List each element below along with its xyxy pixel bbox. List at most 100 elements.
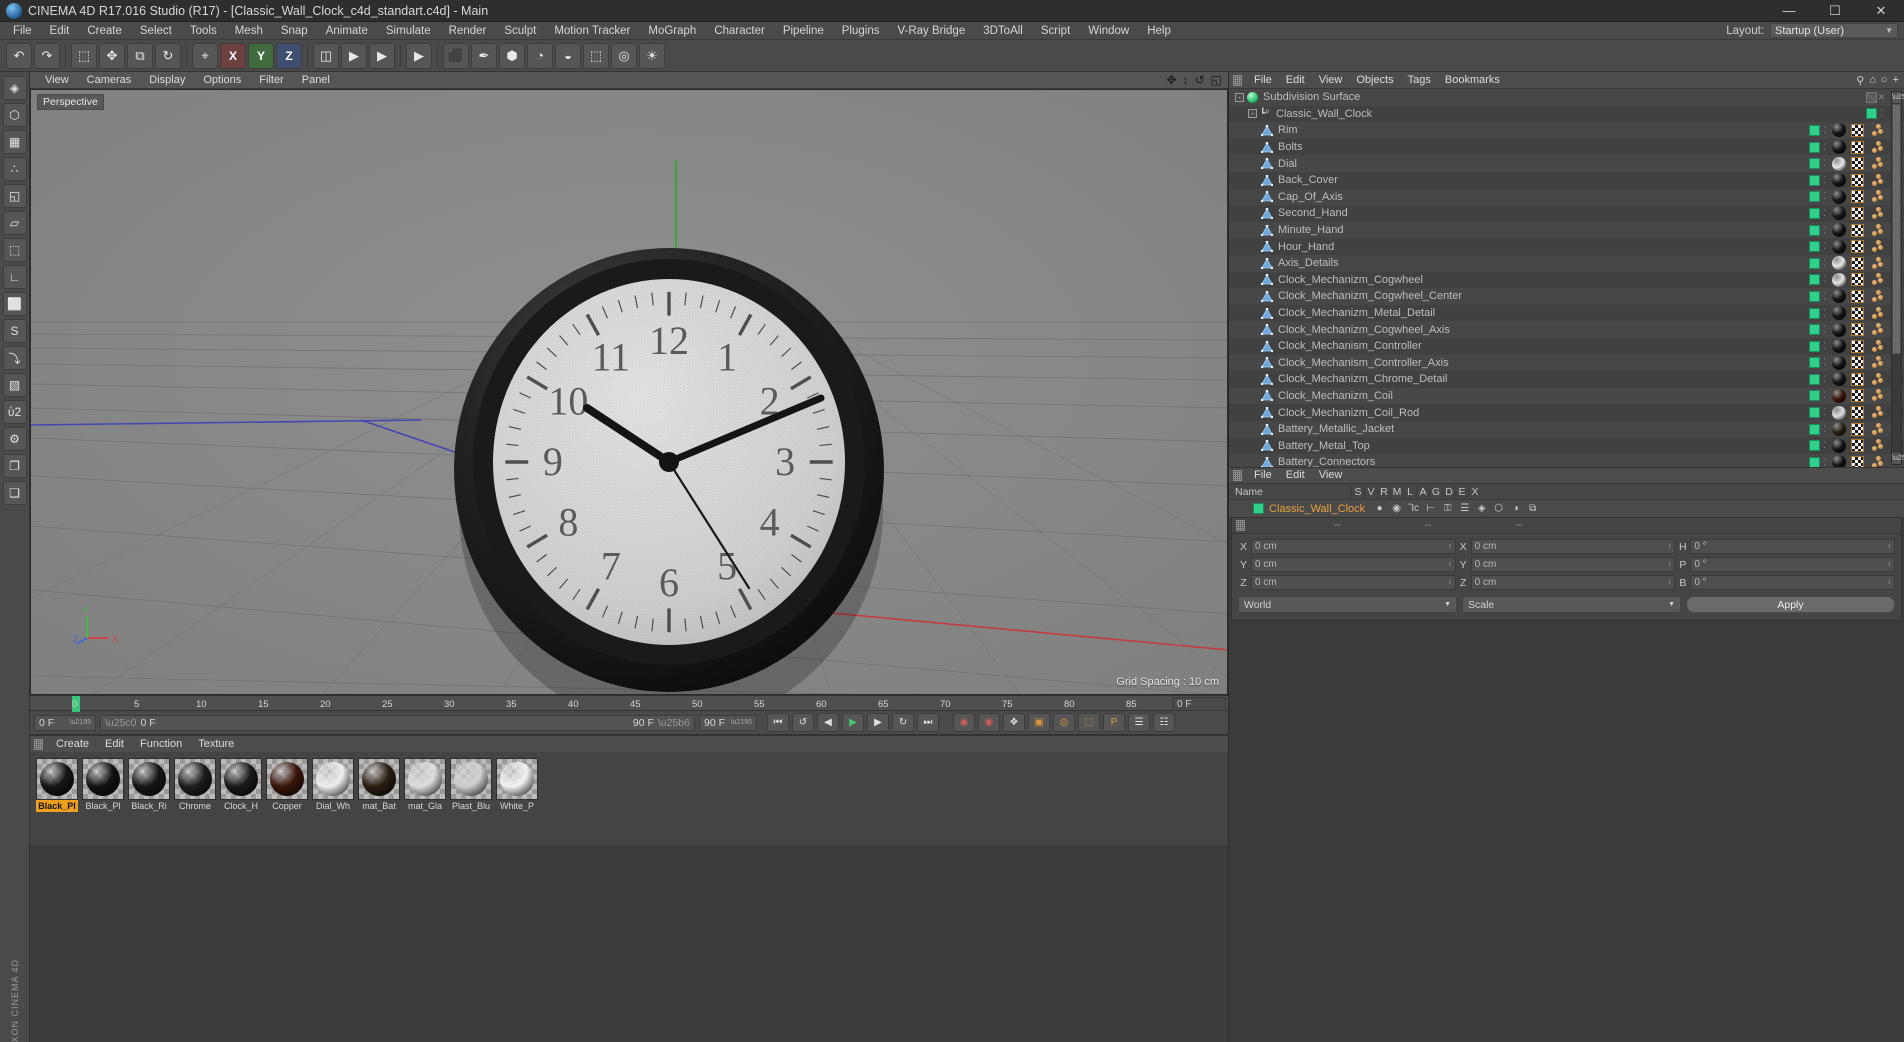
visibility-color-swatch[interactable] xyxy=(1809,373,1820,385)
visibility-dots-icon[interactable]: ✕ xyxy=(1877,92,1886,103)
scene-menu-edit[interactable]: Edit xyxy=(1279,467,1312,484)
object-row[interactable]: Rim ⁚ xyxy=(1229,122,1904,139)
selection-tag-cell[interactable] xyxy=(1867,223,1886,237)
menu-render[interactable]: Render xyxy=(440,22,496,40)
rotate-view-icon[interactable]: ↺ xyxy=(1195,73,1205,87)
quantize-tool[interactable]: ⚙ xyxy=(2,427,27,451)
menu-pipeline[interactable]: Pipeline xyxy=(774,22,833,40)
coord-field[interactable]: 0 ° ↕ xyxy=(1690,575,1895,590)
visibility-color-swatch[interactable] xyxy=(1809,274,1820,286)
workplane-tool[interactable]: ▧ xyxy=(2,373,27,397)
material-tag-cell[interactable] xyxy=(1829,156,1848,171)
material-tag-cell[interactable] xyxy=(1829,289,1848,304)
uv-tag-cell[interactable] xyxy=(1848,240,1867,254)
redo-button[interactable]: ↷ xyxy=(34,42,60,69)
spline-pen[interactable]: ✒ xyxy=(471,42,497,69)
object-row[interactable]: Minute_Hand ⁚ xyxy=(1229,221,1904,239)
visibility-color-swatch[interactable] xyxy=(1809,357,1820,369)
layout-tool-b[interactable]: ❑ xyxy=(2,481,27,505)
world-object-axis[interactable]: ⌖ xyxy=(192,42,218,69)
material-tag-cell[interactable] xyxy=(1829,223,1848,238)
material-tag-cell[interactable] xyxy=(1829,355,1848,370)
material-tag-cell[interactable] xyxy=(1829,189,1848,204)
menu-script[interactable]: Script xyxy=(1032,22,1079,40)
scene-column-G[interactable]: G xyxy=(1429,485,1442,498)
material-tag-cell[interactable] xyxy=(1829,438,1848,453)
scene-column-A[interactable]: A xyxy=(1416,485,1429,498)
material-item[interactable]: Black_Pl xyxy=(82,758,124,812)
keyframe-selection-button[interactable]: ❖ xyxy=(1003,713,1025,732)
selection-tag-cell[interactable] xyxy=(1867,173,1886,187)
model-mode-tool[interactable]: ⬡ xyxy=(2,103,27,127)
selection-tag-cell[interactable] xyxy=(1867,256,1886,270)
viewport-menu-view[interactable]: View xyxy=(36,72,78,89)
visibility-dots-icon[interactable]: ⁚ xyxy=(1820,407,1829,418)
visibility-color-swatch[interactable] xyxy=(1809,456,1820,467)
scene-column-V[interactable]: V xyxy=(1364,485,1377,498)
x-axis-lock[interactable]: X xyxy=(220,42,246,69)
visibility-dots-icon[interactable]: ⁚ xyxy=(1820,291,1829,302)
visibility-dots-icon[interactable]: ⁚ xyxy=(1877,108,1886,119)
unlock-icon[interactable]: ⚿ xyxy=(1441,503,1454,514)
object-row[interactable]: Battery_Connectors ⁚ xyxy=(1229,454,1904,467)
menu-v-ray-bridge[interactable]: V-Ray Bridge xyxy=(888,22,974,40)
go-to-start-button[interactable]: ⏮ xyxy=(767,713,789,732)
visibility-color-swatch[interactable] xyxy=(1809,158,1820,170)
visible-editor-icon[interactable]: ◉ xyxy=(1390,503,1403,514)
material-tag-cell[interactable] xyxy=(1829,239,1848,254)
material-thumbnail[interactable] xyxy=(266,758,308,800)
uv-tag-cell[interactable] xyxy=(1848,273,1867,287)
object-menu-view[interactable]: View xyxy=(1312,72,1350,89)
spinner-icon[interactable]: ↕ xyxy=(1668,561,1672,568)
step-back-button[interactable]: ◀ xyxy=(817,713,839,732)
selection-tag-cell[interactable] xyxy=(1867,273,1886,286)
material-item[interactable]: Dial_Wh xyxy=(312,758,354,812)
xref-icon[interactable]: ⧉ xyxy=(1526,503,1539,514)
selection-tag-cell[interactable] xyxy=(1867,323,1886,336)
material-tag-cell[interactable] xyxy=(1829,388,1848,403)
uv-tag-cell[interactable] xyxy=(1848,206,1867,220)
visibility-color-swatch[interactable] xyxy=(1809,324,1820,336)
scale-tool[interactable]: ⧉ xyxy=(127,42,153,69)
expand-collapse-icon[interactable]: - xyxy=(1248,109,1257,119)
object-row[interactable]: Back_Cover ⁚ xyxy=(1229,171,1904,189)
parameter-key-button[interactable]: ☰ xyxy=(1128,713,1150,732)
loop-button[interactable]: ↻ xyxy=(892,713,914,732)
timeline-end-field[interactable]: 0 F xyxy=(1172,697,1226,711)
camera-object[interactable]: ⬚ xyxy=(583,42,609,69)
selection-tag-cell[interactable] xyxy=(1867,422,1886,436)
material-thumbnail[interactable] xyxy=(312,758,354,800)
scroll-up-icon[interactable]: \u25b2 xyxy=(1892,92,1904,103)
go-to-end-button[interactable]: ⏭ xyxy=(917,713,939,732)
material-tag-cell[interactable] xyxy=(1829,405,1848,420)
autokeying-button[interactable]: ◉ xyxy=(978,713,1000,732)
cube-primitive[interactable]: ⬛ xyxy=(443,42,469,69)
selection-tag-cell[interactable] xyxy=(1867,372,1886,386)
coord-field[interactable]: 0 cm ↕ xyxy=(1251,557,1456,572)
visibility-color-swatch[interactable] xyxy=(1809,440,1820,452)
material-tag-cell[interactable] xyxy=(1829,173,1848,188)
material-thumbnail[interactable] xyxy=(450,758,492,800)
uv-tag-cell[interactable] xyxy=(1848,223,1867,237)
object-row[interactable]: - ┗⁰ Classic_Wall_Clock ⁚ xyxy=(1229,105,1904,123)
rotation-key-button[interactable]: ◎ xyxy=(1053,713,1075,732)
uv-tag-cell[interactable] xyxy=(1848,372,1867,386)
menu-snap[interactable]: Snap xyxy=(272,22,317,40)
selection-tag-cell[interactable] xyxy=(1867,157,1886,170)
selection-tag-cell[interactable] xyxy=(1867,389,1886,402)
viewport-menu-cameras[interactable]: Cameras xyxy=(78,72,141,89)
visibility-dots-icon[interactable]: ⁚ xyxy=(1820,424,1829,435)
manipulate-icon[interactable]: ⊢ xyxy=(1424,503,1437,514)
coord-field[interactable]: 0 cm ↕ xyxy=(1470,575,1676,590)
object-row[interactable]: Clock_Mechanism_Controller_Axis ⁚ xyxy=(1229,354,1904,372)
close-button[interactable]: ✕ xyxy=(1858,0,1904,22)
edges-mode-tool[interactable]: ◱ xyxy=(2,184,27,208)
frame-range-field[interactable]: \u25c0 0 F 90 F \u25b6 xyxy=(100,714,695,731)
material-tag-cell[interactable] xyxy=(1829,455,1848,467)
uv-tag-cell[interactable] xyxy=(1848,140,1867,154)
object-menu-objects[interactable]: Objects xyxy=(1349,72,1400,89)
viewport-menu-panel[interactable]: Panel xyxy=(293,72,339,89)
move-tool[interactable]: ✥ xyxy=(99,42,125,69)
points-mode-tool[interactable]: ∴ xyxy=(2,157,27,181)
visibility-color-swatch[interactable] xyxy=(1809,390,1820,402)
